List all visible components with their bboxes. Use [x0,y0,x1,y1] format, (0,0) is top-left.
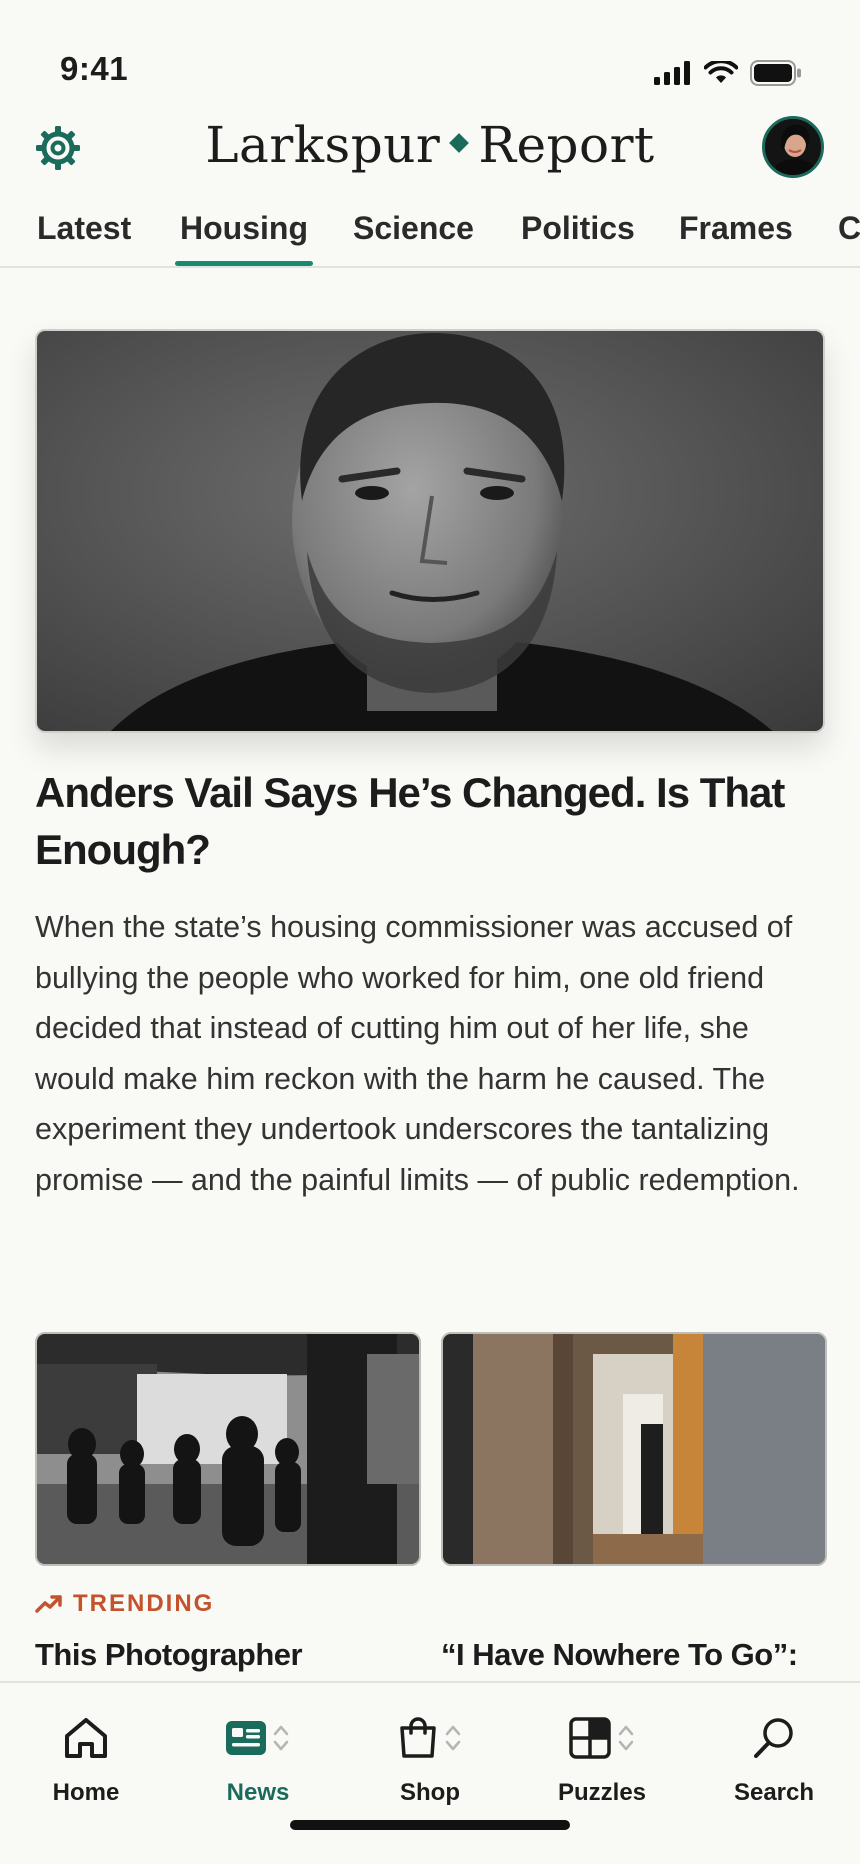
grid-icon [569,1717,611,1759]
tab-housing[interactable]: Housing [175,206,313,266]
trending-kicker: TRENDING [35,1590,214,1618]
tab-science[interactable]: Science [353,206,474,266]
nav-shop-label: Shop [400,1779,460,1806]
battery-icon [750,60,801,86]
avatar-photo [765,119,821,175]
hero-headline[interactable]: Anders Vail Says He’s Changed. Is That E… [35,764,795,878]
newspaper-icon [226,1721,266,1755]
nav-news-label: News [226,1779,290,1806]
chevron-updown-icon [618,1725,634,1751]
app-header: Larkspur Report [0,110,860,210]
chevron-updown-icon [273,1725,289,1751]
chevron-updown-icon [445,1725,461,1751]
cellular-signal-icon [654,61,690,85]
hero-summary: When the state’s housing commissioner wa… [35,910,800,1197]
nav-search-label: Search [733,1779,815,1806]
masthead-right: Report [478,116,655,174]
card-title-photographer[interactable]: This Photographer [35,1634,425,1676]
nav-home-label: Home [52,1779,120,1806]
nav-news[interactable]: News [183,1713,333,1807]
hero-image[interactable] [35,329,825,733]
nav-shop[interactable]: Shop [355,1713,505,1807]
tab-politics[interactable]: Politics [521,206,635,266]
section-tabs: Latest Housing Science Politics Frames C [0,206,860,268]
masthead-diamond [449,133,470,153]
nav-puzzles[interactable]: Puzzles [527,1713,677,1807]
card-image-hallway[interactable] [441,1332,827,1566]
bottom-nav: Home News Shop Puzzles Search [0,1681,860,1864]
status-bar: 9:41 [0,0,860,110]
trending-up-icon [35,1595,62,1613]
trending-label: TRENDING [73,1590,215,1617]
status-time: 9:41 [60,50,129,87]
tab-frames[interactable]: Frames [679,206,793,266]
search-icon [754,1718,793,1758]
street-crowd-photo [37,1334,419,1564]
status-icons [654,60,802,86]
nav-puzzles-label: Puzzles [557,1779,647,1806]
avatar[interactable] [762,116,824,178]
tab-more-partial[interactable]: C [838,206,860,266]
home-indicator[interactable] [290,1820,570,1830]
nav-home[interactable]: Home [11,1713,161,1807]
tab-latest[interactable]: Latest [37,206,131,266]
nav-search[interactable]: Search [699,1713,849,1807]
masthead-left: Larkspur [205,116,441,174]
hallway-photo [443,1334,825,1564]
hero-portrait-photo [37,331,823,731]
shopping-bag-icon [400,1717,436,1758]
wifi-icon [704,61,738,83]
masthead-logo: Larkspur Report [0,116,860,174]
card-image-street[interactable] [35,1332,421,1566]
house-icon [65,1718,107,1758]
